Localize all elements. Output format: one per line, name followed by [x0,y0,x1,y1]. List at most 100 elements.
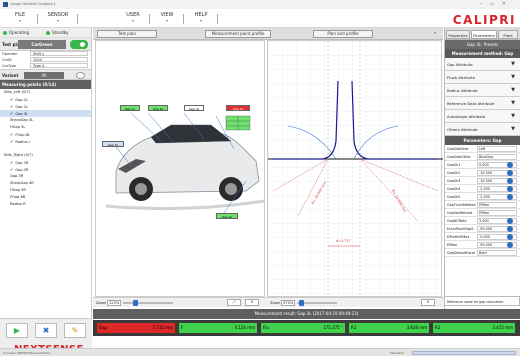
left-fit-icon[interactable]: ⤢ [227,299,241,306]
tree-item[interactable]: SharpGap 4R [0,180,91,187]
parameter-row: GapSideSide Left [445,145,520,153]
tree-item-label: FGap 6L [15,133,31,137]
parameter-value[interactable]: BlueGap [477,154,517,160]
tab-parameters[interactable]: Parameters [471,30,497,39]
parameter-slider-handle[interactable] [507,162,513,168]
tab-plots[interactable]: Plots [498,30,518,39]
tree-item[interactable]: ✔ Gap 2R [0,166,91,173]
left-zoom-bar: Zoom 122% ⤢ ✕ [93,297,267,307]
parameter-slider-handle[interactable] [507,186,513,192]
tree-item[interactable]: FGap 6R [0,194,91,201]
parameter-value[interactable]: PlMax [477,210,517,216]
result-value-number: 3.732 mm [152,325,173,330]
check-icon: ✔ [10,160,14,165]
parameter-slider-handle[interactable] [507,178,513,184]
tree-item[interactable]: ✔ Radius L [0,138,91,145]
result-value-name: Gap [99,325,108,330]
variant-select[interactable]: All [24,72,64,79]
parameter-slider-handle[interactable] [507,234,513,240]
mode-status: Standard [390,351,404,355]
left-zoom-value[interactable]: 122% [107,300,121,306]
tree-item[interactable]: ✔ Gap 2L [0,103,91,110]
stop-button[interactable]: ✖ [35,323,57,338]
expand-icon[interactable]: » [431,30,439,38]
menu-user[interactable]: USER ▾ [116,12,150,25]
menu-help[interactable]: HELP ▾ [184,12,218,25]
parameter-key: GapSh3 [447,179,461,183]
testplan-toggle-icon[interactable] [70,40,88,49]
left-zoom-handle[interactable] [133,300,138,306]
right-zoom-value[interactable]: 370% [281,300,295,306]
menu-view[interactable]: VIEW ▾ [150,12,184,25]
attr-autoshape[interactable]: Autoshape Attribute ▼ [445,110,520,123]
standby-status-icon [46,31,50,35]
cartype-field[interactable]: Type A [30,63,88,68]
parameter-slider-handle[interactable] [507,170,513,176]
right-zoom-handle[interactable] [299,300,304,306]
menu-file[interactable]: FILE ▾ [2,12,38,25]
attr-reference-data[interactable]: Reference Data Attribute ▼ [445,97,520,110]
right-reset-icon[interactable]: ✕ [421,299,435,306]
tree-item[interactable]: SharpGap 4L [0,117,91,124]
tree-item[interactable]: ✔ Gap 1R [0,159,91,166]
tree-item-label: Side_Right (0/7) [4,153,33,157]
car-label-gap3[interactable]: Gap 3L [184,105,204,111]
operating-label: Operating [9,30,29,35]
tree-item[interactable]: ✔ Gap 3L [0,110,91,117]
variant-refresh-icon[interactable] [76,72,85,79]
tree-item[interactable]: Radius R [0,201,91,208]
parameter-row: GapNCRate 3.000 [445,217,520,225]
tree-item [0,145,91,152]
parameter-key: GapSh5 [447,195,461,199]
tab-properties[interactable]: Properties [446,30,470,39]
attr-gap[interactable]: Gap Attribute ▼ [445,58,520,71]
result-value-cell: Gap 3.732 mm [97,323,175,333]
edit-button[interactable]: ✎ [64,323,86,338]
left-panel: Operating Standby Test plan CarGreen Ope… [0,28,92,356]
tab-plan-and-profile[interactable]: Plan and profile [313,30,373,38]
attr-others[interactable]: Others Attribute ▼ [445,123,520,136]
car-label-gap1[interactable]: Gap 1L [120,105,140,111]
measurement-result-title: Measurement result: Gap 3L (2017-04-19 0… [93,309,520,319]
tree-item-label: Gap 1R [15,161,29,165]
chevron-down-icon: ▼ [511,61,515,67]
tree-item[interactable]: Gap 3R [0,173,91,180]
parameter-slider-handle[interactable] [507,218,513,224]
parameter-slider-handle[interactable] [507,194,513,200]
attr-radius[interactable]: Radius Attribute ▼ [445,84,520,97]
car-label-gap6[interactable]: Gap 6L [216,213,238,219]
tree-item[interactable]: HGap 5R [0,187,91,194]
tree-item[interactable]: Side_Left (0/7) [0,89,91,96]
menu-sensor[interactable]: SENSOR ▾ [38,12,78,25]
tree-item[interactable]: Side_Right (0/7) [0,152,91,159]
rightpanel-tabs: Properties Parameters Plots [445,28,520,40]
tree-item[interactable]: ✔ Gap 1L [0,96,91,103]
left-reset-icon[interactable]: ✕ [245,299,259,306]
attr-flush[interactable]: Flush Attribute ▼ [445,71,520,84]
tab-test-plan[interactable]: Test plan [97,30,157,38]
gap-presets-title: Gap 3L: Presets [445,40,520,49]
play-button[interactable]: ▶ [6,323,28,338]
tree-item[interactable]: ✔ FGap 6L [0,131,91,138]
testplan-selector[interactable]: CarGreen [18,40,66,49]
chevron-down-icon: ▼ [511,126,515,132]
parameter-value[interactable]: Both [477,250,517,256]
tree-item[interactable]: HGap 5L [0,124,91,131]
result-value-number: 3.415 mm [492,325,513,330]
tab-measurement-point-profile[interactable]: Measurement point profile [205,30,271,38]
operator-field[interactable]: Shift y [30,51,88,56]
car-label-gap4[interactable]: Gap 4L [226,105,250,111]
left-zoom-slider[interactable] [123,302,173,304]
parameter-key: GapSh2 [447,171,461,175]
parameter-slider-handle[interactable] [507,242,513,248]
check-icon: ✔ [10,132,14,137]
car-label-gap5[interactable]: Gap 5L [102,141,124,147]
window-controls[interactable]: –▫✕ [480,1,514,7]
car-label-gap2[interactable]: Gap 2L [148,105,168,111]
parameter-slider-handle[interactable] [507,226,513,232]
car-illustration [105,112,265,214]
parameter-value[interactable]: PlMax [477,202,517,208]
parameter-value[interactable]: Left [477,146,517,152]
carid-field[interactable]: 1024 [30,57,88,62]
right-panel: Properties Parameters Plots Gap 3L: Pres… [444,28,520,309]
